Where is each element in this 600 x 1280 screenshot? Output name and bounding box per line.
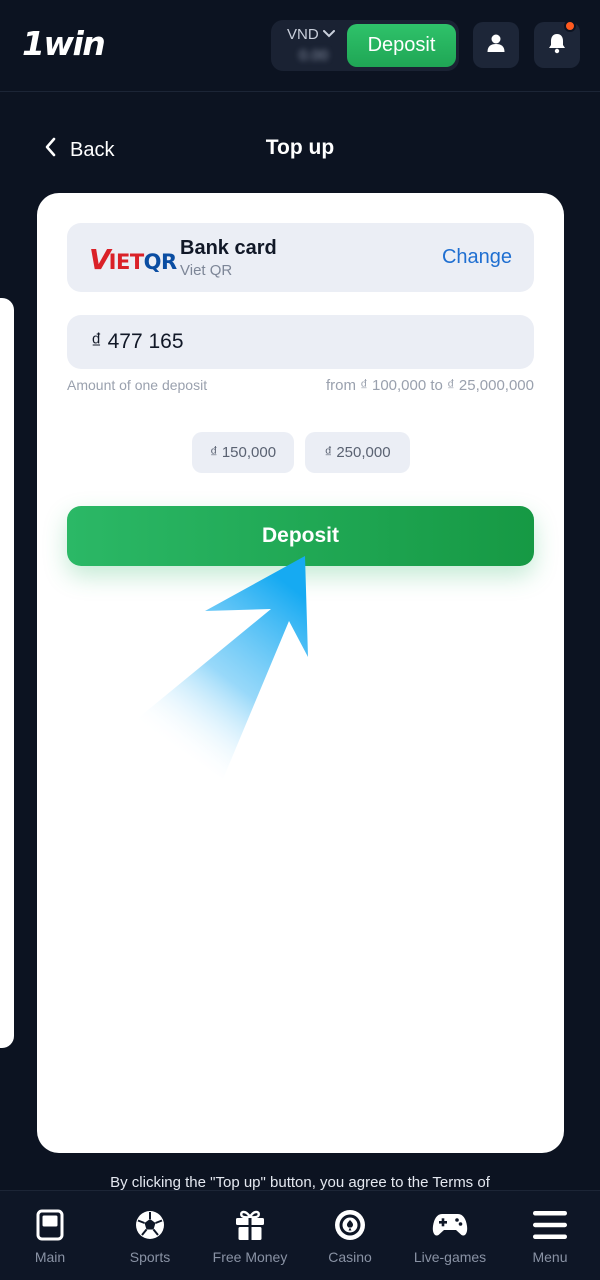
gamepad-icon xyxy=(432,1207,468,1243)
top-header: 1win VND 0.00 Deposit xyxy=(0,0,600,92)
change-method-link[interactable]: Change xyxy=(442,246,512,269)
bottom-navigation: Main Sports Free Money Casino Live-games… xyxy=(0,1190,600,1280)
soccer-ball-icon xyxy=(134,1207,166,1243)
bell-icon xyxy=(547,32,567,59)
nav-label: Menu xyxy=(532,1249,568,1265)
currency-label: VND xyxy=(287,26,319,43)
top-up-card: VIETQR Bank card Viet QR Change ₫ 477 16… xyxy=(37,193,564,1153)
user-icon xyxy=(486,33,506,58)
notification-badge xyxy=(564,20,576,32)
nav-item-main[interactable]: Main xyxy=(0,1191,100,1280)
side-panel-edge xyxy=(0,298,14,1048)
pointer-arrow-icon xyxy=(137,556,308,779)
balance-widget[interactable]: VND 0.00 Deposit xyxy=(271,20,459,71)
terms-text: By clicking the "Top up" button, you agr… xyxy=(110,1174,490,1191)
notifications-button[interactable] xyxy=(534,20,580,68)
nav-label: Live-games xyxy=(413,1249,487,1265)
nav-item-menu[interactable]: Menu xyxy=(500,1191,600,1280)
casino-chip-icon xyxy=(333,1207,367,1243)
currency-selector[interactable]: VND xyxy=(287,25,335,43)
gift-icon xyxy=(234,1207,266,1243)
nav-item-sports[interactable]: Sports xyxy=(100,1191,200,1280)
balance-amount: 0.00 xyxy=(299,47,329,64)
nav-item-free-money[interactable]: Free Money xyxy=(200,1191,300,1280)
nav-label: Sports xyxy=(129,1249,171,1265)
nav-item-casino[interactable]: Casino xyxy=(300,1191,400,1280)
chevron-down-icon xyxy=(322,25,335,42)
hamburger-icon xyxy=(533,1207,567,1243)
payment-method-selector[interactable]: VIETQR Bank card Viet QR Change xyxy=(67,223,534,292)
preset-amount-button[interactable]: ₫ 150,000 xyxy=(192,432,294,473)
page-title: Top up xyxy=(265,136,335,159)
payment-method-subtitle: Viet QR xyxy=(180,262,233,279)
main-icon xyxy=(36,1207,64,1243)
preset-amount-button[interactable]: ₫ 250,000 xyxy=(305,432,410,473)
nav-label: Casino xyxy=(328,1249,372,1265)
header-deposit-button[interactable]: Deposit xyxy=(347,24,456,67)
nav-label: Main xyxy=(34,1249,66,1265)
nav-label: Free Money xyxy=(212,1249,288,1265)
amount-range: from ₫ 100,000 to ₫ 25,000,000 xyxy=(325,377,534,394)
amount-input[interactable]: ₫ 477 165 xyxy=(67,315,534,369)
profile-button[interactable] xyxy=(473,22,519,68)
app-logo[interactable]: 1win xyxy=(22,24,106,63)
amount-hint: Amount of one deposit xyxy=(67,377,208,393)
nav-item-live-games[interactable]: Live-games xyxy=(400,1191,500,1280)
payment-method-title: Bank card xyxy=(180,237,277,259)
vietqr-logo: VIETQR xyxy=(89,243,177,276)
